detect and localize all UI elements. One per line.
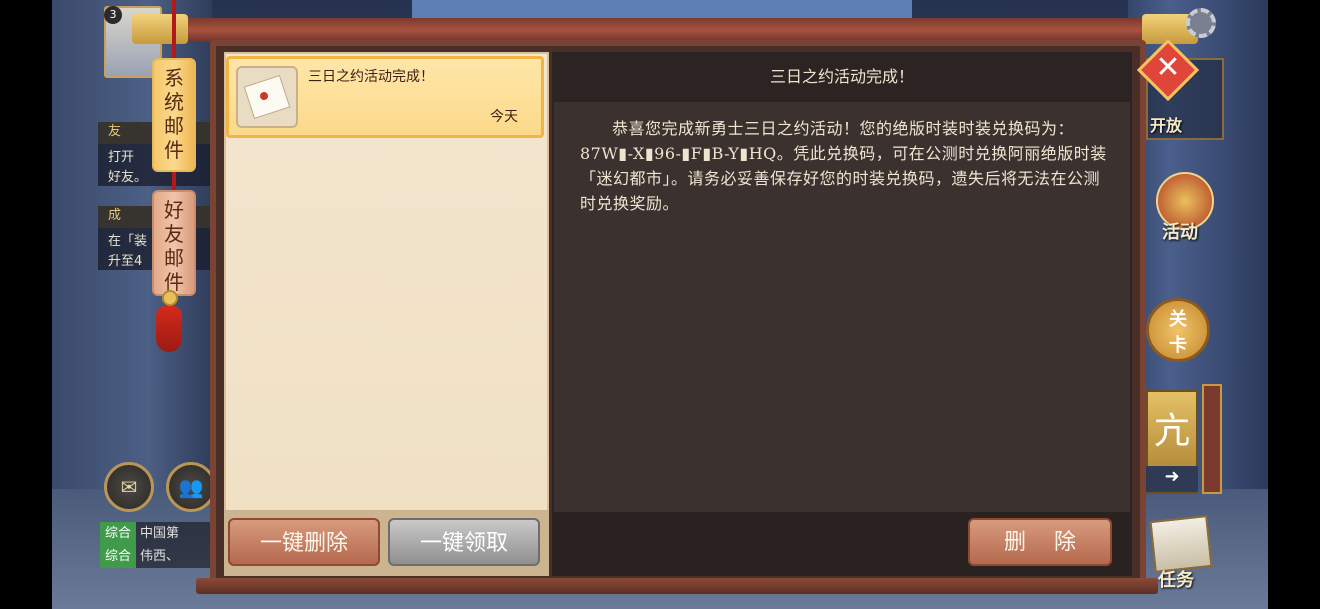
chat-line: 综合 伟西、 (100, 545, 210, 568)
task-label: 任务 (1158, 570, 1194, 591)
mail-item-date: 今天 (490, 109, 518, 125)
close-icon[interactable]: ✕ (1146, 46, 1190, 90)
gear-icon[interactable] (1186, 8, 1216, 38)
delete-mail-button[interactable]: 删除 (968, 518, 1112, 566)
tab-label: 系统邮件 (164, 66, 184, 162)
mail-item-title: 三日之约活动完成！ (308, 69, 434, 85)
quest-note-text: 在「装 升至4 (108, 234, 148, 269)
activity-label: 活动 (1162, 222, 1198, 243)
quest-note-text: 打开 好友。 (108, 150, 148, 185)
chat-text: 伟西、 (140, 549, 180, 564)
chat-line: 综合 中国第 (100, 522, 210, 545)
mail-view-body: 恭喜您完成新勇士三日之约活动！您的绝版时装时装兑换码为：87W▮-X▮96-▮F… (580, 119, 1107, 213)
claim-all-button[interactable]: 一键领取 (388, 518, 540, 566)
side-rail (1202, 384, 1222, 494)
stage-button[interactable]: 关卡 (1146, 298, 1210, 362)
chat-text: 中国第 (140, 526, 180, 541)
stage-label: 关卡 (1169, 309, 1187, 356)
chat-channel-tag: 综合 (100, 545, 137, 568)
tab-label: 好友邮件 (164, 198, 184, 294)
delete-all-button[interactable]: 一键删除 (228, 518, 380, 566)
board-top-scroll (176, 18, 1176, 42)
red-tassel (156, 306, 182, 352)
friends-shortcut-button[interactable]: 👥 (166, 462, 216, 512)
tab-friend-mail[interactable]: 好友邮件 (152, 190, 196, 296)
letterbox-right (1268, 0, 1320, 609)
mail-view-title: 三日之约活动完成！ (552, 52, 1132, 102)
people-icon: 👥 (178, 475, 204, 499)
task-scroll-icon[interactable] (1149, 515, 1213, 573)
board-bottom-rail (196, 578, 1158, 594)
arrow-right-icon[interactable]: ➜ (1146, 466, 1198, 492)
chat-channel-tag: 综合 (100, 522, 137, 545)
tab-hanging-rope (172, 0, 176, 60)
tab-system-mail[interactable]: 系统邮件 (152, 58, 196, 172)
tab-hanging-rope (172, 170, 176, 192)
event-card-glyph: 亢 (1153, 411, 1190, 452)
chat-preview[interactable]: 综合 中国第 综合 伟西、 (100, 522, 210, 568)
envelope-icon: ✉ (120, 475, 138, 499)
player-level-badge: 3 (104, 6, 122, 24)
tassel-bead (162, 290, 178, 306)
mail-shortcut-button[interactable]: ✉ (104, 462, 154, 512)
board-scroll-cap-left (132, 14, 188, 44)
letterbox-left (0, 0, 52, 609)
feature-open-label: 开放 (1150, 116, 1183, 135)
mail-letter-icon (236, 66, 298, 128)
